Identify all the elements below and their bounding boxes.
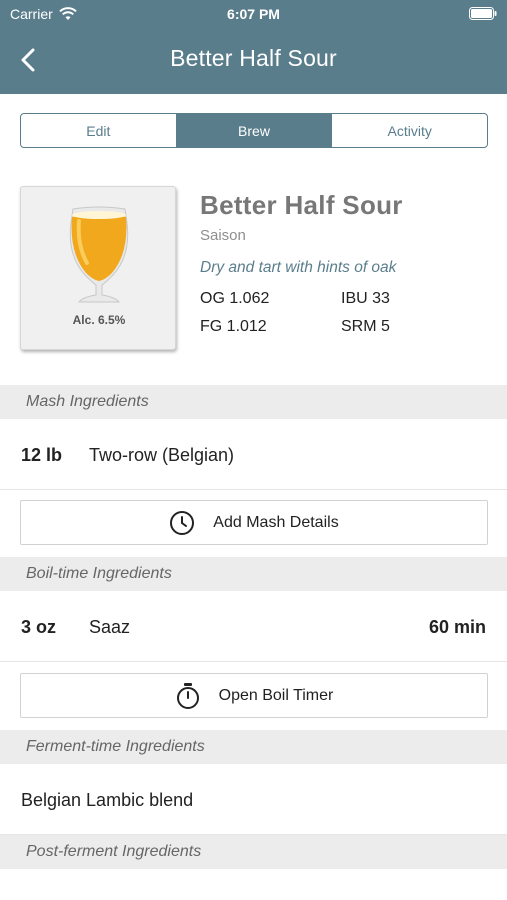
stopwatch-icon [176,682,199,709]
list-item[interactable]: 3 oz Saaz 60 min [0,592,507,662]
list-item[interactable]: 12 lb Two-row (Belgian) [0,420,507,490]
segmented-control: Edit Brew Activity [20,113,488,148]
add-mash-details-label: Add Mash Details [213,513,339,531]
beer-name: Better Half Sour [200,190,403,220]
abv-label: Alc. 6.5% [72,313,126,327]
ingredient-time: 60 min [428,617,486,637]
tab-activity[interactable]: Activity [332,114,487,147]
navigation-bar: Carrier 6:07 PM Better Half Sour [0,0,507,94]
ingredient-quantity: 3 oz [21,617,57,637]
beer-info: Better Half Sour Saison Dry and tart wit… [200,190,490,336]
fg-value: FG 1.012 [200,318,267,335]
status-time: 6:07 PM [227,6,280,22]
beer-glass-icon [69,206,129,303]
page-title: Better Half Sour [170,45,337,71]
beer-card: Alc. 6.5% [20,186,176,350]
section-header-post-ferment: Post-ferment Ingredients [0,835,507,869]
beer-stats: OG 1.062 IBU 33 FG 1.012 SRM 5 [200,290,490,336]
srm-value: SRM 5 [341,318,390,335]
add-mash-details-button[interactable]: Add Mash Details [20,500,488,545]
ingredient-name: Belgian Lambic blend [21,790,194,810]
battery-icon [469,7,497,20]
section-header-boil: Boil-time Ingredients [0,557,507,591]
section-header-mash: Mash Ingredients [0,385,507,419]
beer-style: Saison [200,227,246,244]
open-boil-timer-label: Open Boil Timer [218,686,334,704]
tab-brew[interactable]: Brew [176,114,333,147]
ingredient-quantity: 12 lb [21,445,63,465]
status-bar: Carrier 6:07 PM [0,0,507,28]
ingredient-name: Two-row (Belgian) [89,445,235,465]
clock-icon [170,510,195,535]
tab-edit[interactable]: Edit [21,114,177,147]
open-boil-timer-button[interactable]: Open Boil Timer [20,673,488,718]
section-header-ferment: Ferment-time Ingredients [0,730,507,764]
og-value: OG 1.062 [200,290,270,307]
ibu-value: IBU 33 [341,290,390,307]
beer-description: Dry and tart with hints of oak [200,259,397,276]
ingredient-name: Saaz [89,617,131,637]
list-item[interactable]: Belgian Lambic blend [0,765,507,835]
